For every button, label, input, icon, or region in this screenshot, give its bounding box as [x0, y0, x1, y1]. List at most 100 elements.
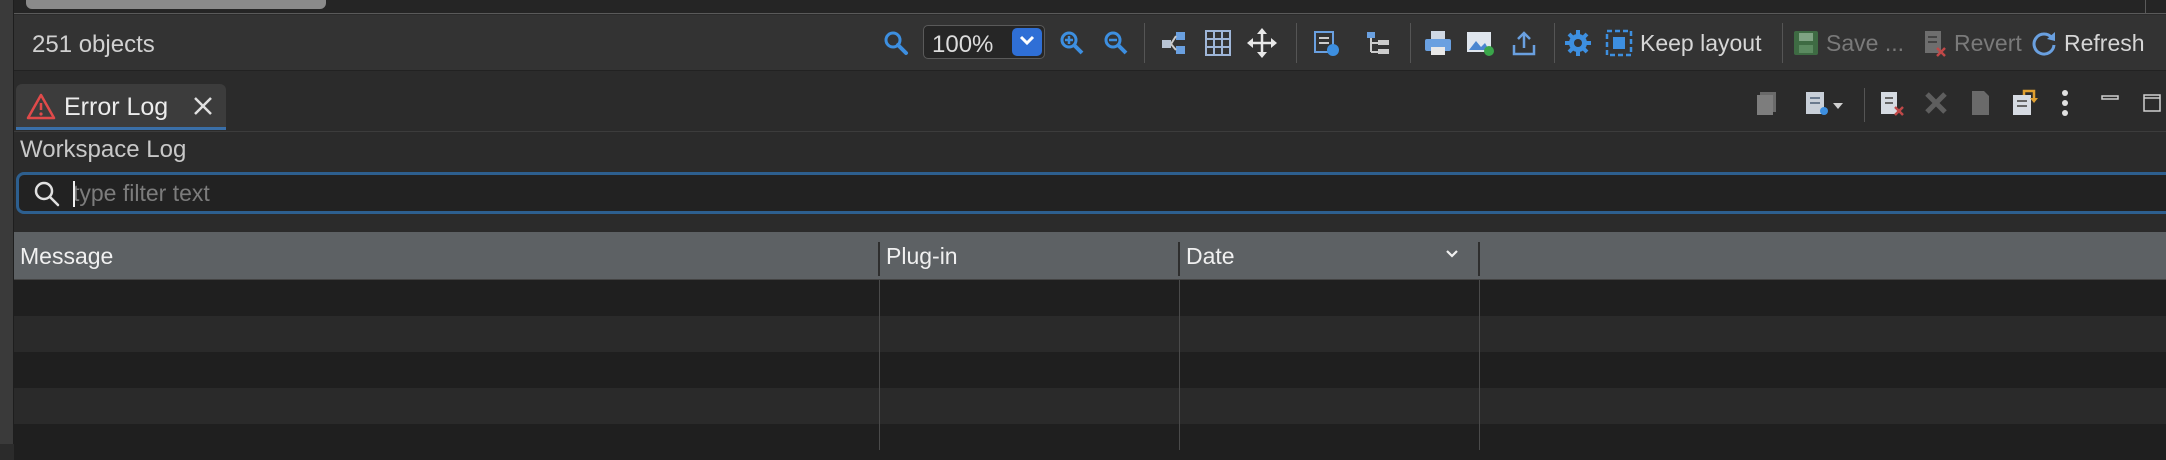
warning-icon	[26, 93, 56, 126]
properties-button[interactable]	[1308, 15, 1344, 71]
restore-log-icon	[2010, 89, 2038, 122]
zoom-out-icon	[1103, 30, 1129, 56]
left-rail	[0, 0, 14, 444]
keep-layout-label: Keep layout	[1640, 29, 1762, 56]
filter-input[interactable]	[73, 178, 2073, 208]
revert-button[interactable]: Revert	[1922, 15, 2028, 71]
import-log-button[interactable]	[1796, 80, 1852, 130]
delete-x-icon	[1923, 90, 1949, 121]
search-icon	[33, 180, 61, 213]
keep-layout-button[interactable]: Keep layout	[1604, 15, 1772, 71]
toolbar-separator	[1782, 23, 1783, 63]
table-header: Message Plug-in Date	[14, 232, 2166, 280]
toolbar-separator	[1144, 23, 1145, 63]
toolbar-separator	[1554, 23, 1555, 63]
export-log-icon	[1754, 89, 1782, 122]
document-icon	[1968, 89, 1992, 122]
grid-icon	[1204, 29, 1232, 57]
clear-log-icon	[1878, 89, 1906, 122]
workspace-log-label: Workspace Log	[20, 136, 187, 163]
refresh-label: Refresh	[2064, 29, 2145, 56]
share-button[interactable]	[1504, 15, 1544, 71]
close-icon[interactable]	[192, 95, 214, 122]
toolbar-separator	[1864, 88, 1865, 122]
kebab-menu-icon	[2061, 89, 2069, 122]
image-export-icon	[1465, 29, 1495, 57]
chevron-down-icon	[1019, 33, 1035, 51]
column-grid-line	[1479, 280, 1480, 450]
delete-log-button[interactable]	[1916, 80, 1956, 130]
revert-doc-icon	[1922, 29, 1948, 57]
save-disk-icon	[1792, 29, 1820, 57]
tree-view-button[interactable]	[1360, 15, 1396, 71]
zoom-out-button[interactable]	[1098, 15, 1134, 71]
column-label: Date	[1186, 242, 1235, 269]
move-arrows-icon	[1246, 27, 1278, 59]
diagram-toolbar: 251 objects 100% Keep layout Save ... Re…	[14, 15, 2166, 71]
list-info-icon	[1312, 29, 1340, 57]
table-row[interactable]	[14, 424, 2166, 460]
tree-icon	[1364, 29, 1392, 57]
settings-button[interactable]	[1560, 15, 1596, 71]
search-icon	[883, 30, 909, 56]
clear-log-button[interactable]	[1872, 80, 1912, 130]
column-divider[interactable]	[1478, 242, 1480, 276]
zoom-in-icon	[1059, 30, 1085, 56]
refresh-button[interactable]: Refresh	[2030, 15, 2160, 71]
tab-label: Error Log	[64, 93, 169, 121]
filter-box[interactable]	[16, 172, 2166, 214]
minimize-icon	[2100, 93, 2120, 118]
zoom-dropdown-button[interactable]	[1012, 28, 1042, 56]
text-cursor	[73, 181, 75, 207]
upload-icon	[1510, 29, 1538, 57]
grid-toggle-button[interactable]	[1200, 15, 1236, 71]
export-image-button[interactable]	[1460, 15, 1500, 71]
minimize-button[interactable]	[2092, 80, 2128, 130]
column-header-date[interactable]: Date	[1180, 232, 1478, 280]
horizontal-scrollbar[interactable]	[14, 0, 2166, 14]
restore-log-button[interactable]	[2004, 80, 2044, 130]
save-button[interactable]: Save ...	[1792, 15, 1914, 71]
table-row[interactable]	[14, 352, 2166, 388]
column-grid-line	[1179, 280, 1180, 450]
revert-label: Revert	[1954, 29, 2022, 56]
import-log-icon	[1803, 89, 1845, 122]
save-label: Save ...	[1826, 29, 1904, 56]
zoom-level-value: 100%	[932, 31, 994, 58]
scrollbar-thumb[interactable]	[26, 0, 326, 9]
open-log-button[interactable]	[1960, 80, 2000, 130]
layout-icon	[1160, 30, 1188, 56]
scrollbar-divider	[2145, 0, 2146, 14]
zoom-search-button[interactable]	[876, 15, 916, 71]
arrange-layout-button[interactable]	[1156, 15, 1192, 71]
view-menu-button[interactable]	[2050, 80, 2080, 130]
column-label: Plug-in	[886, 242, 958, 269]
pan-button[interactable]	[1244, 15, 1280, 71]
toolbar-separator	[1296, 23, 1297, 63]
column-header-message[interactable]: Message	[14, 232, 878, 280]
log-table: Message Plug-in Date	[14, 232, 2166, 460]
sort-descending-icon	[1444, 246, 1460, 267]
object-count: 251 objects	[32, 31, 155, 58]
view-tab-bar: Error Log	[14, 80, 2166, 132]
zoom-select[interactable]: 100%	[923, 25, 1045, 59]
printer-icon	[1423, 29, 1453, 57]
maximize-icon	[2142, 93, 2162, 118]
column-header-plugin[interactable]: Plug-in	[880, 232, 1178, 280]
maximize-button[interactable]	[2134, 80, 2166, 130]
refresh-icon	[2030, 29, 2058, 57]
table-row[interactable]	[14, 280, 2166, 316]
gear-icon	[1564, 29, 1592, 57]
table-row[interactable]	[14, 316, 2166, 352]
column-grid-line	[879, 280, 880, 450]
table-row[interactable]	[14, 388, 2166, 424]
tab-error-log[interactable]: Error Log	[16, 84, 226, 130]
keep-layout-icon	[1604, 28, 1634, 58]
toolbar-separator	[1410, 23, 1411, 63]
print-button[interactable]	[1418, 15, 1458, 71]
table-body	[14, 280, 2166, 460]
zoom-in-button[interactable]	[1054, 15, 1090, 71]
app-window: 251 objects 100% Keep layout Save ... Re…	[0, 0, 2166, 460]
column-label: Message	[20, 242, 114, 269]
export-log-button[interactable]	[1748, 80, 1788, 130]
